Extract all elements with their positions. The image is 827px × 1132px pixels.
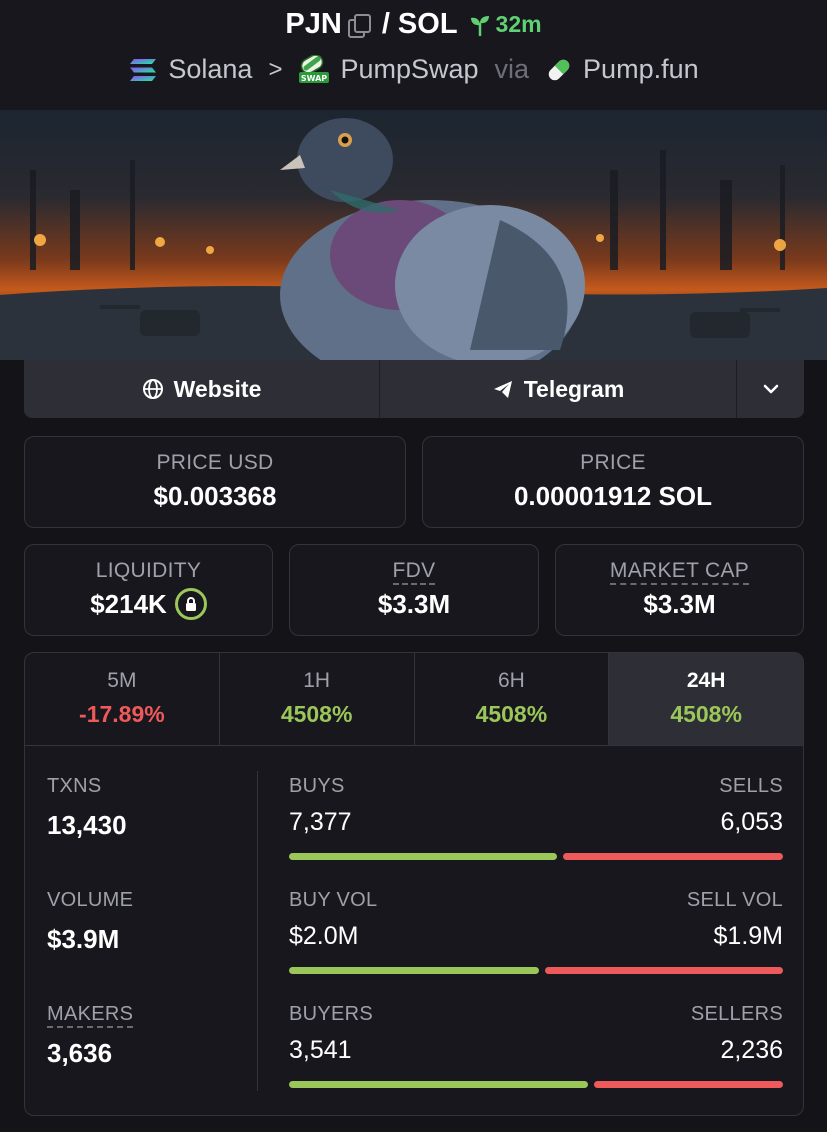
website-button[interactable]: Website xyxy=(24,360,380,418)
tab-change: 4508% xyxy=(670,701,742,727)
pair-age-value: 32m xyxy=(495,11,542,37)
copy-icon[interactable] xyxy=(347,13,371,38)
sellers-label: SELLERS xyxy=(690,1003,783,1025)
txns-value: 13,430 xyxy=(47,810,127,840)
makers-stat: MAKERS 3,636 xyxy=(47,1003,257,1115)
launchpad-link[interactable]: Pump.fun xyxy=(583,54,699,85)
liquidity-value: $214K xyxy=(90,589,167,619)
market-cap-value: $3.3M xyxy=(643,589,716,619)
market-cap-card: MARKET CAP $3.3M xyxy=(555,544,804,636)
tab-label: 5M xyxy=(107,669,137,692)
txn-stats-panel: 5M -17.89% 1H 4508% 6H 4508% 24H 4508% T… xyxy=(24,652,804,1116)
sell-segment xyxy=(563,853,783,860)
more-links-button[interactable] xyxy=(737,360,804,418)
buyers-sellers-row: BUYERS SELLERS 3,541 2,236 xyxy=(289,1003,783,1115)
buy-sell-breakdown: BUYS SELLS 7,377 6,053 BUY VOL SELL VOL … xyxy=(289,775,783,1115)
tab-label: 6H xyxy=(497,669,525,692)
makers-value: 3,636 xyxy=(47,1038,113,1068)
tab-6h[interactable]: 6H 4508% xyxy=(415,653,610,745)
fdv-value: $3.3M xyxy=(377,589,451,619)
sells-value: 6,053 xyxy=(720,808,783,836)
tab-change: 4508% xyxy=(280,701,353,727)
volume-stat: VOLUME $3.9M xyxy=(47,889,257,1003)
column-divider xyxy=(257,771,258,1091)
sell-segment xyxy=(594,1081,783,1088)
buyers-value: 3,541 xyxy=(289,1036,352,1064)
buys-sells-ratio-bar xyxy=(289,853,783,860)
telegram-icon xyxy=(493,381,512,398)
buys-sells-row: BUYS SELLS 7,377 6,053 xyxy=(289,775,783,889)
fdv-label[interactable]: FDV xyxy=(392,559,436,585)
fdv-card: FDV $3.3M xyxy=(289,544,539,636)
price-usd-value: $0.003368 xyxy=(153,481,277,511)
token-banner-image xyxy=(0,110,827,360)
chevron-down-icon xyxy=(763,384,778,394)
liquidity-lock-icon[interactable] xyxy=(174,588,207,621)
price-usd-label: PRICE USD xyxy=(156,451,274,474)
pair-title: PJN / SOL 32m xyxy=(0,8,827,41)
dex-link[interactable]: PumpSwap xyxy=(340,54,478,85)
volume-value: $3.9M xyxy=(47,924,120,954)
pumpswap-icon: SWAP xyxy=(299,54,330,83)
volume-label: VOLUME xyxy=(47,889,134,911)
chain-link[interactable]: Solana xyxy=(168,54,252,85)
token-symbol: PJN xyxy=(285,8,342,40)
tab-24h[interactable]: 24H 4508% xyxy=(609,653,803,745)
volume-ratio-bar xyxy=(289,967,783,974)
buys-label: BUYS xyxy=(289,775,345,797)
sell-vol-label: SELL VOL xyxy=(686,889,783,911)
telegram-label: Telegram xyxy=(523,375,625,402)
buys-value: 7,377 xyxy=(289,808,352,836)
tab-1h[interactable]: 1H 4508% xyxy=(220,653,415,745)
liquidity-card: LIQUIDITY $214K xyxy=(24,544,273,636)
liquidity-value-row: $214K xyxy=(25,588,272,622)
tab-change: 4508% xyxy=(475,701,548,727)
buy-segment xyxy=(289,1081,588,1088)
social-links-bar: Website Telegram xyxy=(24,360,804,418)
txns-label: TXNS xyxy=(47,775,102,797)
totals-column: TXNS 13,430 VOLUME $3.9M MAKERS 3,636 xyxy=(47,775,257,1115)
sell-segment xyxy=(545,967,783,974)
sellers-value: 2,236 xyxy=(720,1036,783,1064)
price-usd-card: PRICE USD $0.003368 xyxy=(24,436,406,528)
sprout-icon xyxy=(470,15,489,36)
buy-segment xyxy=(289,853,557,860)
pair-age: 32m xyxy=(468,11,542,38)
tab-label: 1H xyxy=(303,669,331,692)
buy-vol-value: $2.0M xyxy=(289,922,359,950)
tab-label: 24H xyxy=(686,669,726,692)
buy-segment xyxy=(289,967,539,974)
tab-change: -17.89% xyxy=(79,701,165,727)
volume-row: BUY VOL SELL VOL $2.0M $1.9M xyxy=(289,889,783,1003)
pair-header: PJN / SOL 32m Solana > SWAP PumpSwap via… xyxy=(0,0,827,110)
price-native-label: PRICE xyxy=(580,451,646,474)
txns-stat: TXNS 13,430 xyxy=(47,775,257,889)
sells-label: SELLS xyxy=(719,775,783,797)
tab-5m[interactable]: 5M -17.89% xyxy=(25,653,220,745)
pill-icon xyxy=(548,59,570,80)
liquidity-label: LIQUIDITY xyxy=(95,559,202,582)
sell-vol-value: $1.9M xyxy=(713,922,783,950)
globe-icon xyxy=(142,379,163,399)
buy-vol-label: BUY VOL xyxy=(289,889,378,911)
chevron-right-icon: > xyxy=(268,55,283,83)
telegram-button[interactable]: Telegram xyxy=(380,360,737,418)
makers-label[interactable]: MAKERS xyxy=(47,1003,134,1028)
price-native-card: PRICE 0.00001912 SOL xyxy=(422,436,804,528)
solana-icon xyxy=(130,58,157,81)
via-label: via xyxy=(494,54,530,84)
price-native-value: 0.00001912 SOL xyxy=(513,481,713,511)
quote-symbol: / SOL xyxy=(381,8,458,40)
market-cap-label[interactable]: MARKET CAP xyxy=(609,559,750,585)
buyers-label: BUYERS xyxy=(289,1003,374,1025)
svg-text:SWAP: SWAP xyxy=(301,74,327,83)
breadcrumb: Solana > SWAP PumpSwap via Pump.fun xyxy=(0,54,827,85)
buyers-sellers-ratio-bar xyxy=(289,1081,783,1088)
timeframe-tabs: 5M -17.89% 1H 4508% 6H 4508% 24H 4508% xyxy=(25,653,803,746)
website-label: Website xyxy=(173,375,262,402)
